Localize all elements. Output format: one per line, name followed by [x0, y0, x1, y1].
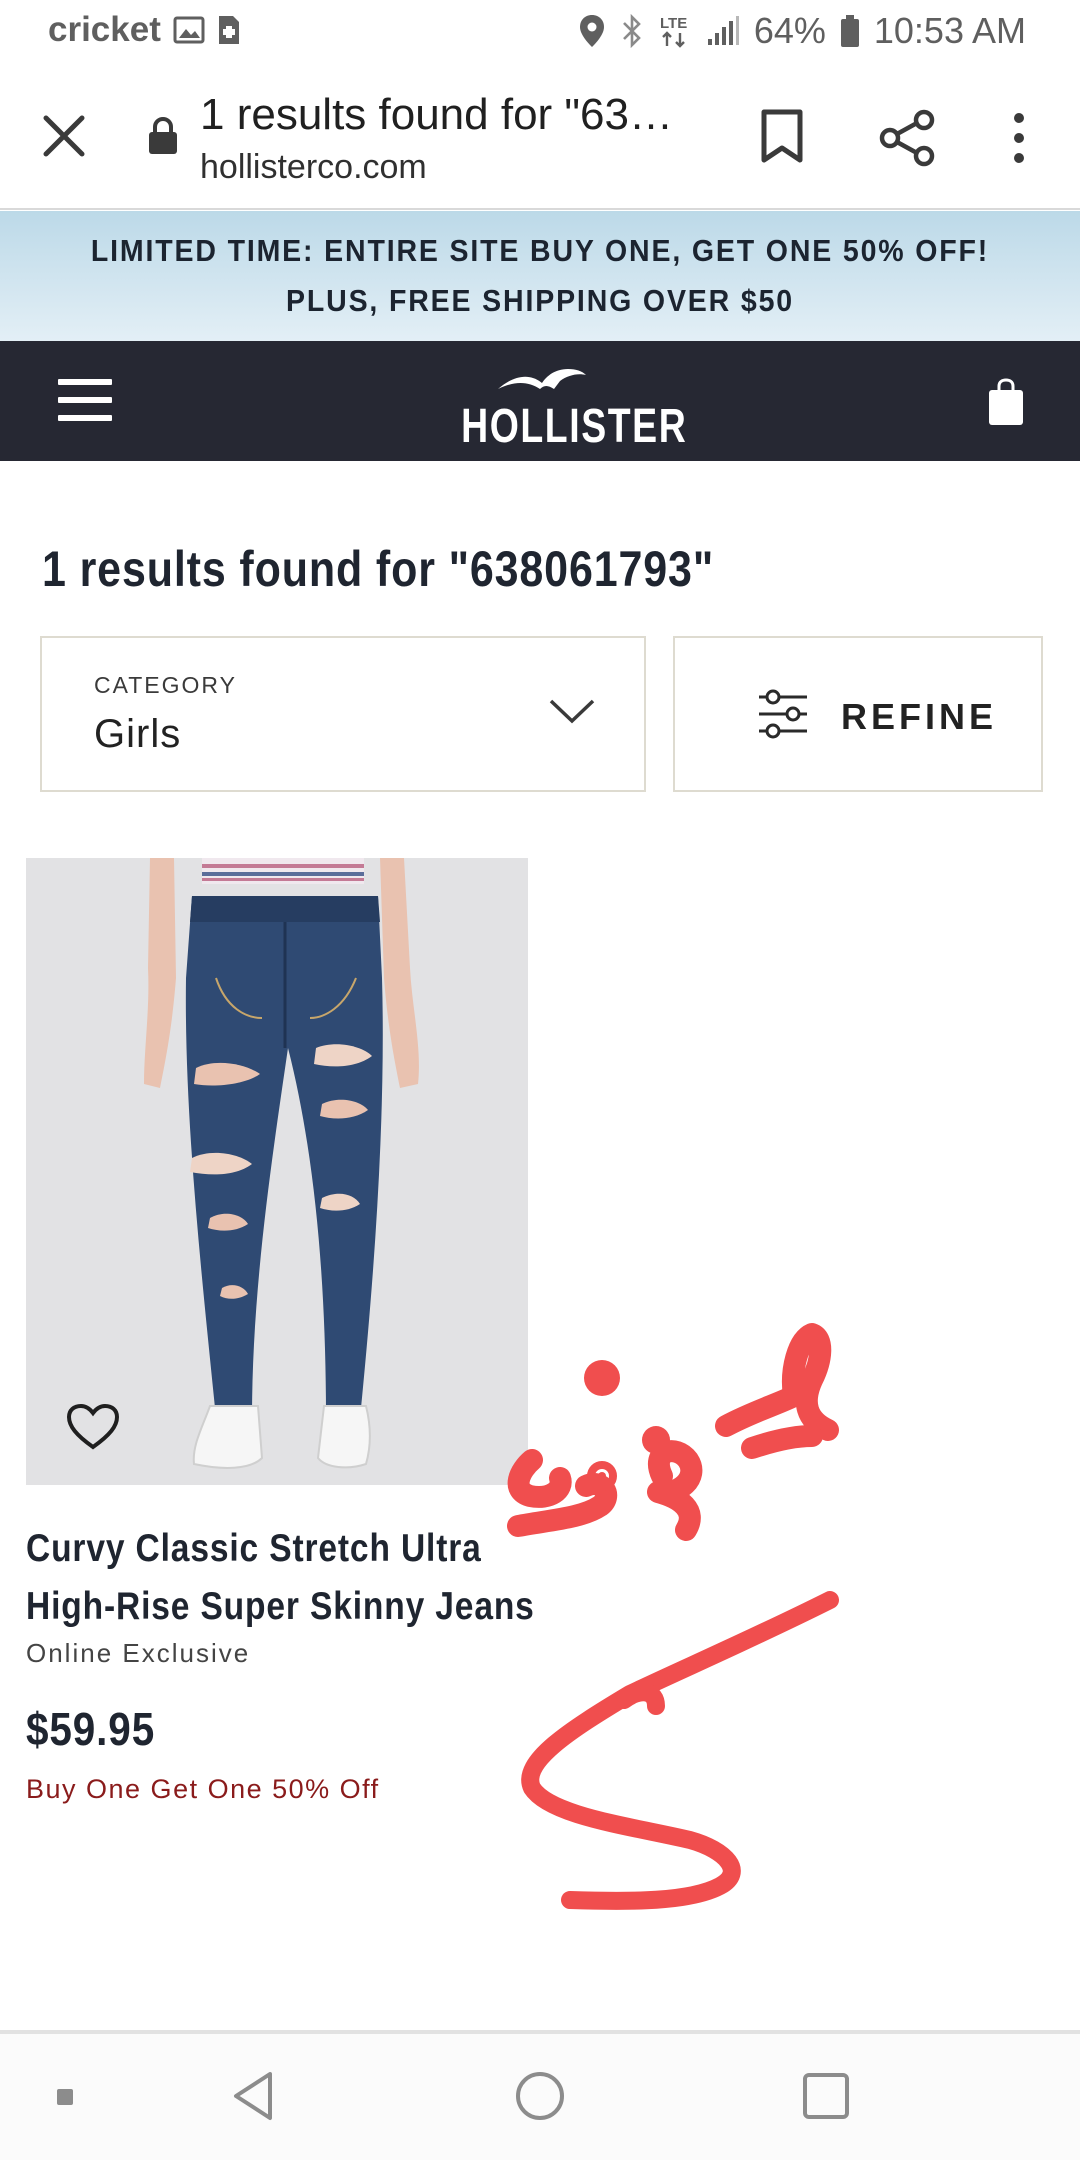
seagull-logo-icon	[498, 369, 586, 389]
carrier-name: cricket	[48, 10, 161, 49]
menu-icon[interactable]	[58, 379, 112, 421]
product-promo: Buy One Get One 50% Off	[26, 1774, 380, 1804]
status-right: LTE 64% 10:53 AM	[578, 10, 1026, 52]
shopping-bag-icon[interactable]	[986, 377, 1026, 427]
svg-text:LTE: LTE	[660, 15, 687, 32]
page-domain[interactable]: hollisterco.com	[200, 148, 427, 187]
brand-logo[interactable]: HOLLISTER	[438, 363, 686, 453]
product-name[interactable]: Curvy Classic Stretch Ultra High-Rise Su…	[26, 1520, 535, 1636]
product-name-line-1: Curvy Classic Stretch Ultra	[26, 1527, 482, 1570]
status-left: cricket	[48, 10, 241, 50]
jeans-photo	[26, 858, 528, 1485]
close-icon[interactable]	[38, 110, 90, 162]
lock-icon	[149, 116, 177, 154]
heart-icon[interactable]	[66, 1403, 120, 1451]
category-label: CATEGORY	[94, 672, 237, 698]
browser-toolbar: 1 results found for "63… hollisterco.com	[0, 66, 1080, 210]
battery-percent: 64%	[753, 10, 826, 51]
bluetooth-icon	[622, 14, 641, 48]
promo-line-2: PLUS, FREE SHIPPING OVER $50	[286, 283, 794, 318]
category-dropdown[interactable]: CATEGORY Girls	[40, 636, 646, 792]
image-icon	[173, 16, 205, 44]
chevron-down-icon	[549, 699, 595, 724]
bookmark-icon[interactable]	[756, 108, 808, 164]
page-title[interactable]: 1 results found for "63…	[200, 90, 673, 140]
back-icon[interactable]	[230, 2070, 276, 2122]
product-image[interactable]	[26, 858, 528, 1485]
filter-sliders-icon	[759, 689, 807, 739]
promo-line-1: LIMITED TIME: ENTIRE SITE BUY ONE, GET O…	[90, 233, 990, 268]
sim-icon	[218, 16, 239, 44]
share-icon[interactable]	[878, 108, 938, 168]
promo-banner[interactable]: LIMITED TIME: ENTIRE SITE BUY ONE, GET O…	[0, 211, 1080, 341]
product-price: $59.95	[26, 1703, 156, 1755]
home-icon[interactable]	[514, 2070, 566, 2122]
product-tag: Online Exclusive	[26, 1638, 251, 1668]
category-value: Girls	[94, 712, 182, 756]
signal-icon	[707, 16, 739, 45]
overview-icon[interactable]	[802, 2072, 850, 2120]
location-icon	[579, 15, 604, 47]
refine-label: REFINE	[841, 696, 998, 737]
lte-icon: LTE	[660, 15, 687, 48]
handwritten-annotation	[507, 1323, 839, 1910]
more-vert-icon[interactable]	[1004, 110, 1034, 166]
status-bar: cricket LTE 64% 10:53 AM	[0, 0, 1080, 66]
refine-button[interactable]: REFINE	[673, 636, 1043, 792]
results-heading: 1 results found for "638061793"	[42, 541, 715, 597]
system-nav-bar	[0, 2030, 1080, 2160]
logo-text: HOLLISTER	[461, 400, 688, 453]
clock: 10:53 AM	[873, 10, 1026, 51]
site-header: HOLLISTER	[0, 341, 1080, 461]
battery-icon	[840, 15, 859, 47]
product-name-line-2: High-Rise Super Skinny Jeans	[26, 1585, 535, 1628]
recents-dot-icon[interactable]	[56, 2088, 74, 2106]
